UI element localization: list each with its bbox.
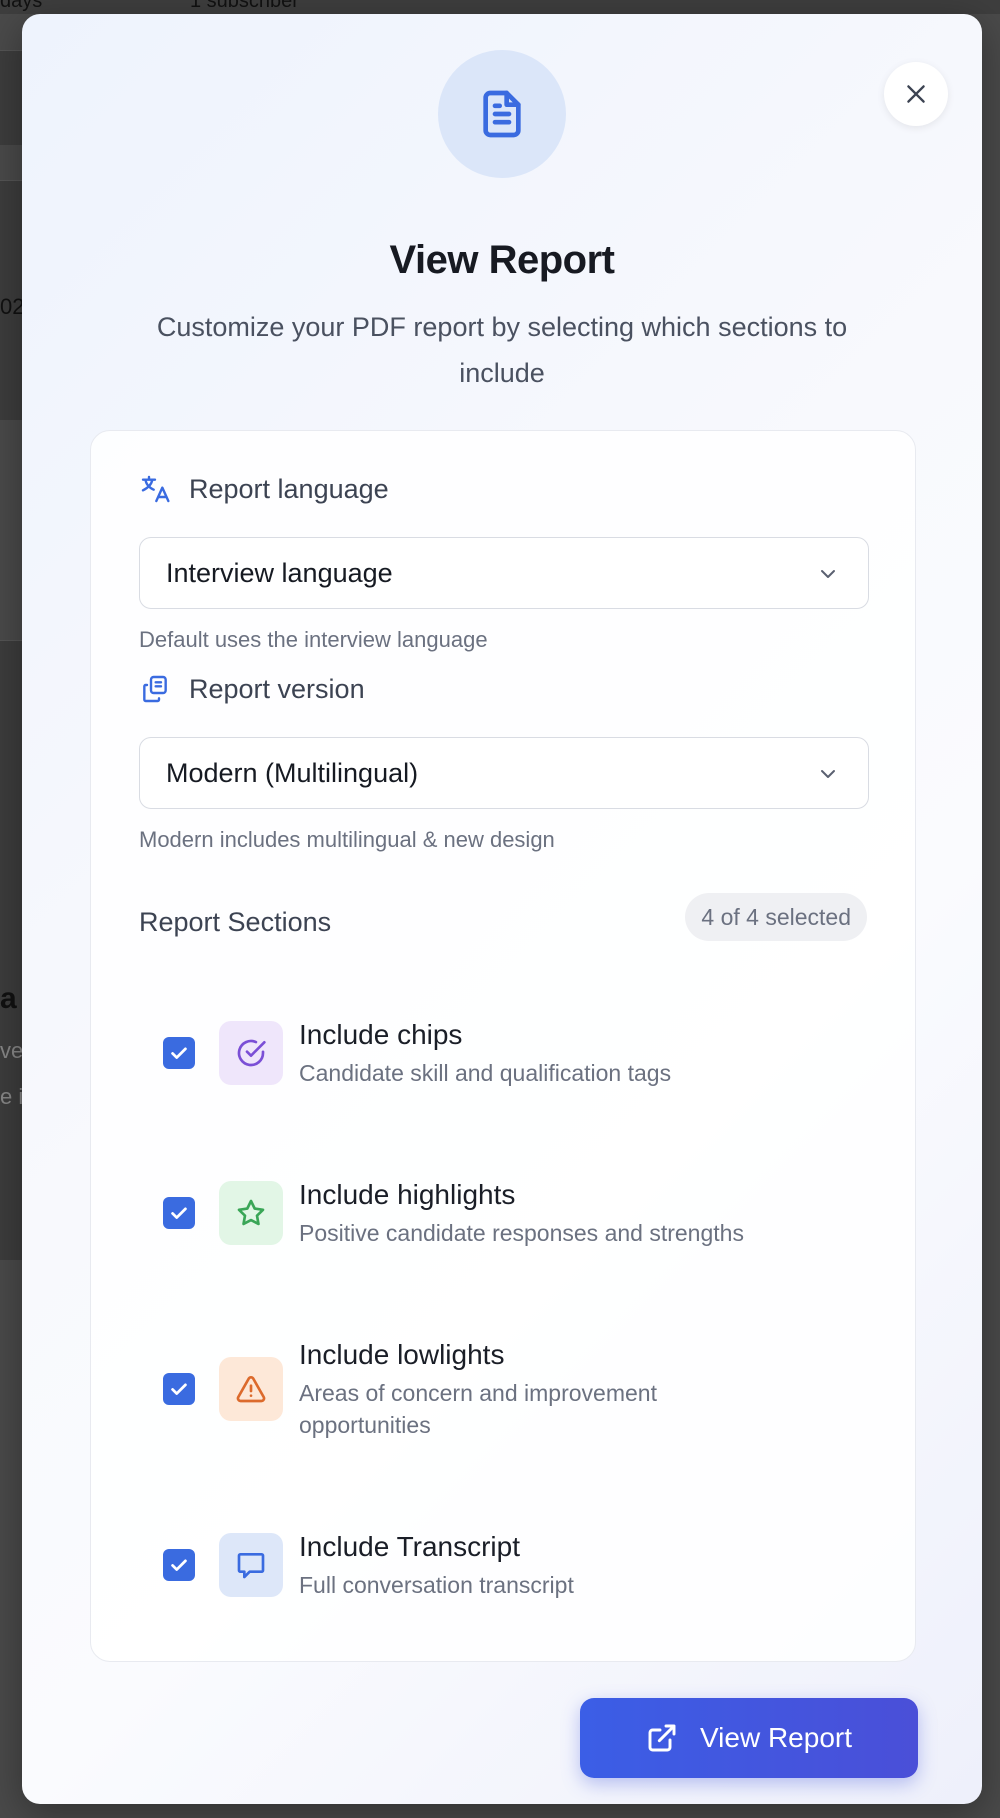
report-options-card: Report language Interview language Defau…: [90, 430, 916, 1662]
report-language-hint: Default uses the interview language: [139, 627, 488, 652]
lowlights-checkbox[interactable]: [163, 1373, 195, 1405]
lowlights-section-icon: [219, 1357, 283, 1421]
copy-icon: [139, 673, 171, 705]
modal-title: View Report: [389, 238, 615, 282]
report-language-select[interactable]: Interview language: [139, 537, 869, 609]
transcript-title: Include Transcript: [299, 1531, 520, 1562]
chat-icon: [237, 1553, 265, 1579]
view-report-button-label: View Report: [699, 1722, 852, 1753]
report-version-hint: Modern includes multilingual & new desig…: [139, 827, 555, 852]
view-report-button[interactable]: View Report: [580, 1698, 918, 1778]
chips-description: Candidate skill and qualification tags: [299, 1060, 672, 1086]
chips-checkbox[interactable]: [163, 1037, 195, 1069]
checkmark-icon: [171, 1047, 187, 1059]
document-icon: [483, 90, 521, 138]
background-text: 02: [0, 294, 25, 319]
report-language-text: Report language: [189, 473, 389, 504]
chips-section-icon: [219, 1021, 283, 1085]
section-transcript[interactable]: Include Transcript Full conversation tra…: [139, 1515, 869, 1615]
check-circle-icon: [237, 1039, 266, 1067]
lowlights-title: Include lowlights: [299, 1339, 505, 1370]
report-version-label: Report version: [139, 673, 365, 705]
hero-badge: [438, 50, 566, 178]
report-version-text: Report version: [189, 673, 365, 704]
report-version-select[interactable]: Modern (Multilingual): [139, 737, 869, 809]
report-language-value: Interview language: [166, 557, 393, 588]
section-highlights[interactable]: Include highlights Positive candidate re…: [139, 1163, 869, 1263]
transcript-description: Full conversation transcript: [299, 1572, 574, 1598]
background-text: 1 subscriber: [190, 0, 299, 12]
highlights-checkbox[interactable]: [163, 1197, 195, 1229]
chevron-down-icon: [821, 570, 835, 578]
report-language-label: Report language: [139, 473, 389, 505]
background-header: days 1 subscriber: [0, 0, 1000, 14]
highlights-description: Positive candidate responses and strengt…: [299, 1220, 744, 1246]
view-report-modal: View Report Customize your PDF report by…: [22, 14, 982, 1804]
selected-count-badge: 4 of 4 selected: [685, 893, 867, 941]
chips-title: Include chips: [299, 1019, 463, 1050]
close-button[interactable]: [884, 62, 948, 126]
external-link-icon: [646, 1722, 678, 1754]
translate-icon: [139, 473, 171, 505]
star-icon: [237, 1199, 265, 1226]
background-text: ve: [0, 1038, 24, 1063]
checkmark-icon: [171, 1207, 187, 1219]
warning-icon: [236, 1376, 266, 1403]
checkmark-icon: [171, 1383, 187, 1395]
report-version-value: Modern (Multilingual): [166, 757, 419, 788]
report-sections-title: Report Sections: [139, 907, 332, 937]
lowlights-description: Areas of concern and improvement opportu…: [299, 1380, 657, 1438]
background-text: days: [0, 0, 43, 12]
highlights-title: Include highlights: [299, 1179, 516, 1210]
transcript-section-icon: [219, 1533, 283, 1597]
section-lowlights[interactable]: Include lowlights Areas of concern and i…: [139, 1323, 869, 1453]
chevron-down-icon: [821, 770, 835, 778]
section-chips[interactable]: Include chips Candidate skill and qualif…: [139, 1003, 869, 1103]
background-text: e i: [0, 1084, 24, 1109]
modal-subtitle: Customize your PDF report by selecting w…: [156, 312, 848, 388]
checkmark-icon: [171, 1559, 187, 1571]
transcript-checkbox[interactable]: [163, 1549, 195, 1581]
background-text: a: [0, 982, 17, 1015]
highlights-section-icon: [219, 1181, 283, 1245]
close-icon: [907, 85, 925, 103]
